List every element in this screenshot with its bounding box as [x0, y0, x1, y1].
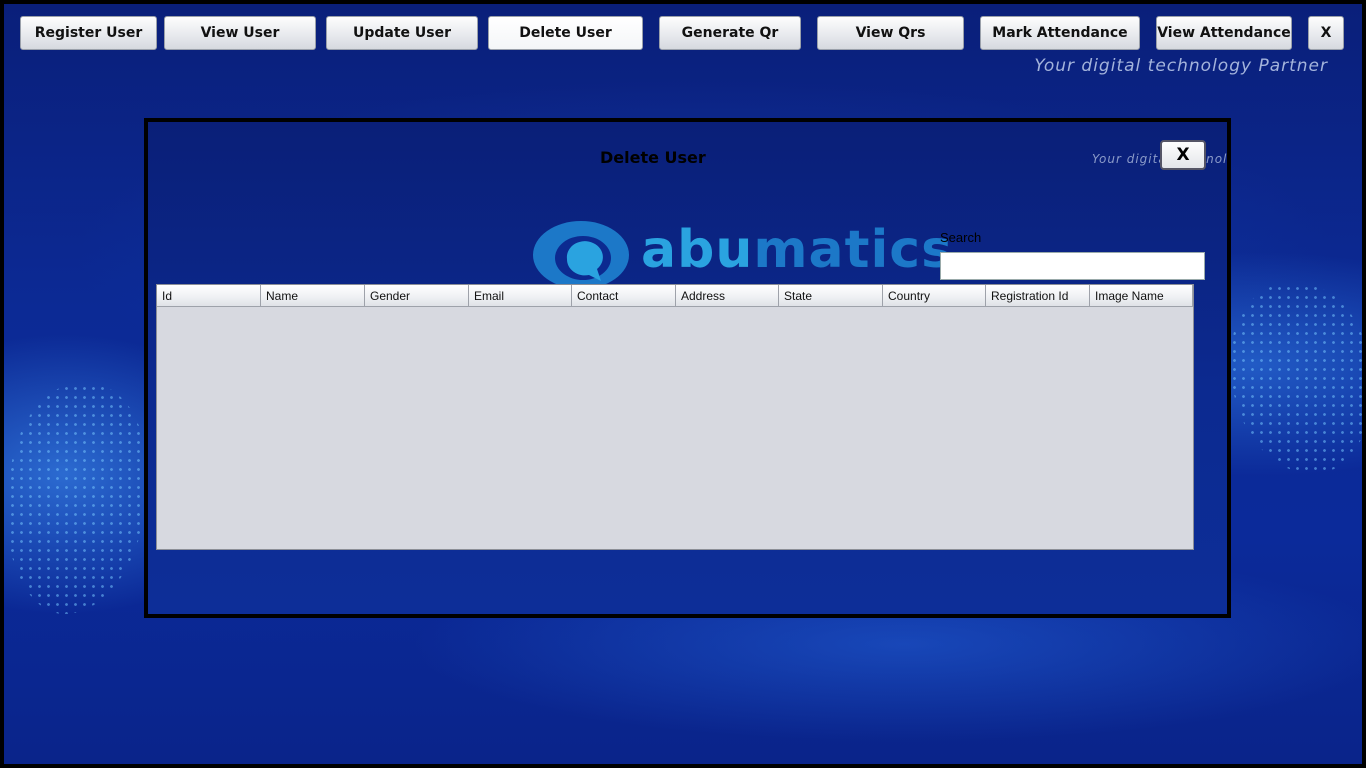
- column-header-state[interactable]: State: [779, 285, 883, 307]
- column-header-registration-id[interactable]: Registration Id: [986, 285, 1090, 307]
- logo-text-matics: matics: [753, 220, 954, 280]
- background-dot-wave-right: [1230, 284, 1362, 474]
- register-user-button[interactable]: Register User: [20, 16, 157, 50]
- app-window: Register User View User Update User Dele…: [0, 0, 1366, 768]
- logo-wordmark: abumatics: [641, 224, 953, 276]
- search-label: Search: [940, 230, 982, 245]
- column-header-email[interactable]: Email: [469, 285, 572, 307]
- column-header-contact[interactable]: Contact: [572, 285, 676, 307]
- update-user-button[interactable]: Update User: [326, 16, 478, 50]
- column-header-id[interactable]: Id: [157, 285, 261, 307]
- top-navigation-bar: Register User View User Update User Dele…: [4, 4, 1362, 54]
- view-attendance-button[interactable]: View Attendance: [1156, 16, 1292, 50]
- view-qrs-button[interactable]: View Qrs: [817, 16, 964, 50]
- column-header-country[interactable]: Country: [883, 285, 986, 307]
- close-app-button[interactable]: X: [1308, 16, 1344, 50]
- background-dot-wave-left: [8, 384, 148, 614]
- column-header-name[interactable]: Name: [261, 285, 365, 307]
- abumatics-logo: abumatics: [531, 215, 953, 285]
- logo-mark-icon: [533, 221, 629, 285]
- logo-text-abu: abu: [641, 220, 754, 280]
- view-user-button[interactable]: View User: [164, 16, 316, 50]
- users-table[interactable]: Id Name Gender Email Contact Address Sta…: [156, 284, 1194, 550]
- close-panel-button[interactable]: X: [1160, 140, 1206, 170]
- column-header-gender[interactable]: Gender: [365, 285, 469, 307]
- app-tagline: Your digital technology Partner: [1034, 56, 1328, 76]
- table-header: Id Name Gender Email Contact Address Sta…: [157, 285, 1193, 307]
- column-header-image-name[interactable]: Image Name: [1090, 285, 1193, 307]
- delete-user-panel: Delete User Your digital technology Part…: [144, 118, 1231, 618]
- column-header-address[interactable]: Address: [676, 285, 779, 307]
- delete-user-button[interactable]: Delete User: [488, 16, 643, 50]
- mark-attendance-button[interactable]: Mark Attendance: [980, 16, 1140, 50]
- generate-qr-button[interactable]: Generate Qr: [659, 16, 801, 50]
- search-input[interactable]: [940, 252, 1205, 280]
- panel-title: Delete User: [600, 148, 706, 167]
